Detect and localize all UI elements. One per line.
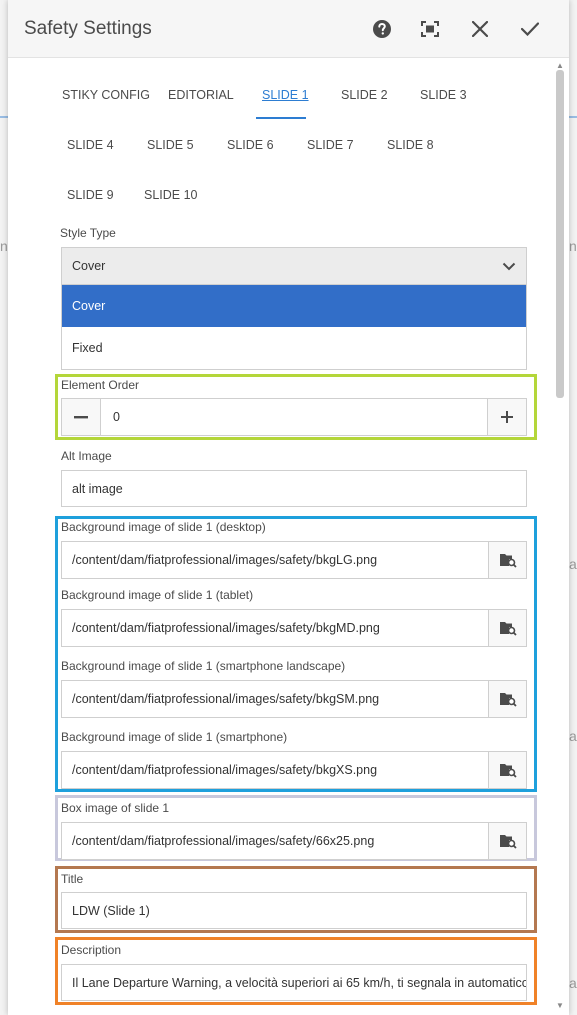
- folder-search-icon: [499, 554, 517, 568]
- check-icon: [521, 22, 539, 36]
- box-image-input[interactable]: /content/dam/fiatprofessional/images/saf…: [61, 822, 488, 860]
- tab-slide-7[interactable]: SLIDE 7: [307, 138, 354, 152]
- background-desktop-input[interactable]: /content/dam/fiatprofessional/images/saf…: [61, 541, 488, 579]
- box-image-field: /content/dam/fiatprofessional/images/saf…: [61, 822, 527, 860]
- background-tablet-label: Background image of slide 1 (tablet): [61, 588, 254, 602]
- folder-search-icon: [499, 764, 517, 778]
- tab-slide-10[interactable]: SLIDE 10: [144, 188, 198, 202]
- confirm-button[interactable]: [515, 14, 545, 44]
- description-label: Description: [61, 943, 122, 957]
- plus-icon: [501, 411, 513, 423]
- background-text-fragment: n: [0, 238, 8, 254]
- tab-slide-8[interactable]: SLIDE 8: [387, 138, 434, 152]
- background-smartphone-landscape-label: Background image of slide 1 (smartphone …: [61, 659, 346, 673]
- close-button[interactable]: [465, 14, 495, 44]
- background-desktop-field: /content/dam/fiatprofessional/images/saf…: [61, 541, 527, 579]
- style-type-option-fixed[interactable]: Fixed: [62, 327, 526, 369]
- tab-slide-5[interactable]: SLIDE 5: [147, 138, 194, 152]
- folder-search-icon: [499, 622, 517, 636]
- background-text-fragment: a: [569, 975, 577, 991]
- tab-slide-2[interactable]: SLIDE 2: [341, 88, 388, 102]
- alt-image-input[interactable]: alt image: [61, 470, 527, 507]
- tab-slide-6[interactable]: SLIDE 6: [227, 138, 274, 152]
- tab-slide-9[interactable]: SLIDE 9: [67, 188, 114, 202]
- alt-image-label: Alt Image: [61, 449, 112, 463]
- folder-search-icon: [499, 693, 517, 707]
- tab-editorial[interactable]: EDITORIAL: [168, 88, 234, 102]
- safety-settings-dialog: Safety Settings STIKY CONFIG EDITORIAL S…: [8, 0, 569, 1015]
- element-order-input[interactable]: 0: [100, 399, 488, 435]
- dialog-header: Safety Settings: [8, 0, 569, 58]
- active-tab-indicator: [256, 117, 306, 119]
- dialog-title: Safety Settings: [24, 18, 152, 39]
- scrollbar-thumb[interactable]: [556, 70, 564, 398]
- fullscreen-button[interactable]: [415, 14, 445, 44]
- background-text-fragment: a: [569, 728, 577, 744]
- background-smartphone-field: /content/dam/fiatprofessional/images/saf…: [61, 751, 527, 789]
- close-icon: [472, 21, 488, 37]
- tab-stiky-config[interactable]: STIKY CONFIG: [62, 88, 150, 102]
- decrement-button[interactable]: [62, 399, 100, 435]
- element-order-stepper: 0: [61, 398, 527, 436]
- style-type-label: Style Type: [60, 226, 116, 240]
- chevron-down-icon: [502, 262, 516, 270]
- title-label: Title: [61, 872, 84, 886]
- scroll-down-arrow[interactable]: ▼: [554, 1000, 566, 1010]
- tab-slide-3[interactable]: SLIDE 3: [420, 88, 467, 102]
- background-text-fragment: n: [569, 238, 577, 254]
- title-input[interactable]: LDW (Slide 1): [61, 892, 527, 929]
- help-button[interactable]: [367, 14, 397, 44]
- minus-icon: [74, 415, 88, 418]
- background-desktop-label: Background image of slide 1 (desktop): [61, 520, 266, 534]
- background-smartphone-landscape-input[interactable]: /content/dam/fiatprofessional/images/saf…: [61, 680, 488, 718]
- fullscreen-icon: [421, 21, 439, 37]
- background-text-fragment: a: [569, 556, 577, 572]
- tab-slide-1[interactable]: SLIDE 1: [262, 88, 309, 102]
- style-type-select[interactable]: Cover: [61, 247, 527, 285]
- browse-button[interactable]: [488, 680, 527, 718]
- background-smartphone-input[interactable]: /content/dam/fiatprofessional/images/saf…: [61, 751, 488, 789]
- browse-button[interactable]: [488, 751, 527, 789]
- background-smartphone-label: Background image of slide 1 (smartphone): [61, 730, 288, 744]
- element-order-label: Element Order: [61, 378, 140, 392]
- browse-button[interactable]: [488, 822, 527, 860]
- style-type-value: Cover: [72, 259, 106, 273]
- background-smartphone-landscape-field: /content/dam/fiatprofessional/images/saf…: [61, 680, 527, 718]
- style-type-dropdown: Cover Fixed: [61, 285, 527, 370]
- question-circle-icon: [373, 20, 391, 38]
- tab-slide-4[interactable]: SLIDE 4: [67, 138, 114, 152]
- folder-search-icon: [499, 835, 517, 849]
- background-tablet-input[interactable]: /content/dam/fiatprofessional/images/saf…: [61, 609, 488, 647]
- box-image-label: Box image of slide 1: [61, 801, 170, 815]
- description-input[interactable]: Il Lane Departure Warning, a velocità su…: [61, 964, 527, 1001]
- style-type-option-cover[interactable]: Cover: [62, 285, 526, 327]
- browse-button[interactable]: [488, 541, 527, 579]
- scroll-up-arrow[interactable]: ▲: [554, 60, 566, 70]
- background-tablet-field: /content/dam/fiatprofessional/images/saf…: [61, 609, 527, 647]
- browse-button[interactable]: [488, 609, 527, 647]
- increment-button[interactable]: [488, 399, 526, 435]
